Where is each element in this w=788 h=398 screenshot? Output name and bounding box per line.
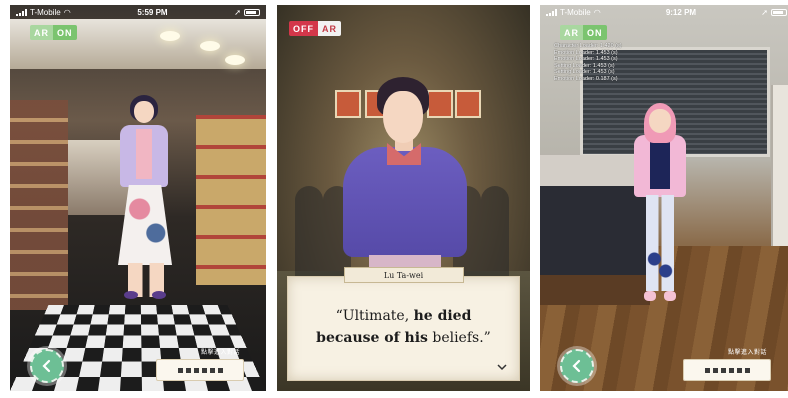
ar-toggle-state: ON — [583, 25, 607, 40]
ar-toggle[interactable]: OFF AR — [289, 21, 341, 36]
character-girl-purple[interactable] — [108, 95, 180, 305]
status-time: 5:59 PM — [137, 7, 168, 17]
wifi-icon: ◠ — [63, 7, 71, 17]
dialogue-button[interactable] — [156, 359, 244, 381]
dialogue-box[interactable]: Lu Ta-wei “Ultimate, he died because of … — [287, 267, 520, 381]
character-face — [134, 101, 154, 123]
ar-toggle-label: AR — [30, 25, 53, 40]
ceiling-light — [200, 41, 220, 51]
character-pants-pattern — [646, 243, 674, 283]
character-shoe — [124, 291, 138, 299]
debug-loader-log: Character Loader: 1.420 (s) Emotion Load… — [554, 43, 622, 82]
magazine-shelf — [10, 100, 68, 310]
character-shoe — [644, 291, 656, 301]
dialogue-text: “Ultimate, he died because of his belief… — [306, 305, 501, 349]
location-icon: ➚ — [761, 7, 768, 17]
debug-line: Emotion Loader: 1.453 (s) — [554, 56, 618, 62]
character-floral-skirt — [118, 185, 172, 265]
status-bar: T-Mobile ◠ 5:59 PM ➚ — [10, 5, 266, 19]
tap-to-talk-hint: 點擊進入對話 — [200, 350, 240, 356]
back-arrow-icon — [572, 359, 581, 373]
dialogue-button[interactable] — [683, 359, 771, 381]
status-bar: T-Mobile ◠ 9:12 PM ➚ — [540, 5, 788, 19]
ar-toggle-state: ON — [53, 25, 77, 40]
phone-screen-cafe: OFF AR Lu Ta-wei “Ultimate, he died beca… — [277, 5, 530, 391]
wifi-icon: ◠ — [593, 7, 601, 17]
debug-line: Setting Loader: 1.453 (s) — [554, 69, 615, 75]
character-shirt — [136, 129, 152, 179]
character-top — [650, 139, 670, 189]
back-arrow-icon — [42, 359, 51, 373]
phone-screen-room: T-Mobile ◠ 9:12 PM ➚ AR ON Character Loa… — [540, 5, 788, 391]
signal-icon — [546, 8, 557, 16]
character-shoe — [152, 291, 166, 299]
ar-toggle[interactable]: AR ON — [560, 25, 607, 40]
signal-icon — [16, 8, 27, 16]
character-face — [649, 109, 671, 133]
ceiling-light — [225, 55, 245, 65]
ar-toggle[interactable]: AR ON — [30, 25, 77, 40]
chevron-down-icon[interactable] — [497, 362, 507, 372]
ceiling-light — [160, 31, 180, 41]
status-time: 9:12 PM — [665, 7, 697, 17]
ar-toggle-state: OFF — [289, 21, 318, 36]
back-button[interactable] — [560, 349, 594, 383]
phone-screen-store: T-Mobile ◠ 5:59 PM ➚ AR ON 點擊進入對話 — [10, 5, 266, 391]
ar-toggle-label: AR — [318, 21, 341, 36]
product-shelf — [196, 115, 266, 285]
carrier-label: T-Mobile — [30, 7, 61, 17]
debug-line: Emotion Loader: 0.187 (s) — [554, 75, 618, 82]
carrier-label: T-Mobile — [560, 7, 591, 17]
debug-line: Character Loader: 1.420 (s) — [554, 43, 622, 49]
back-button[interactable] — [30, 349, 64, 383]
battery-icon — [243, 8, 260, 16]
battery-icon — [770, 8, 787, 16]
speaker-nameplate: Lu Ta-wei — [343, 267, 464, 283]
location-icon: ➚ — [234, 7, 241, 17]
ar-toggle-label: AR — [560, 25, 583, 40]
dialogue-text-prefix: “Ultimate, — [335, 308, 414, 324]
tap-to-talk-hint: 點擊進入對話 — [727, 350, 767, 356]
character-face — [383, 91, 423, 143]
character-shoe — [664, 291, 676, 301]
character-girl-pink-hair[interactable] — [628, 103, 690, 303]
dialogue-text-suffix: beliefs.” — [427, 330, 491, 346]
